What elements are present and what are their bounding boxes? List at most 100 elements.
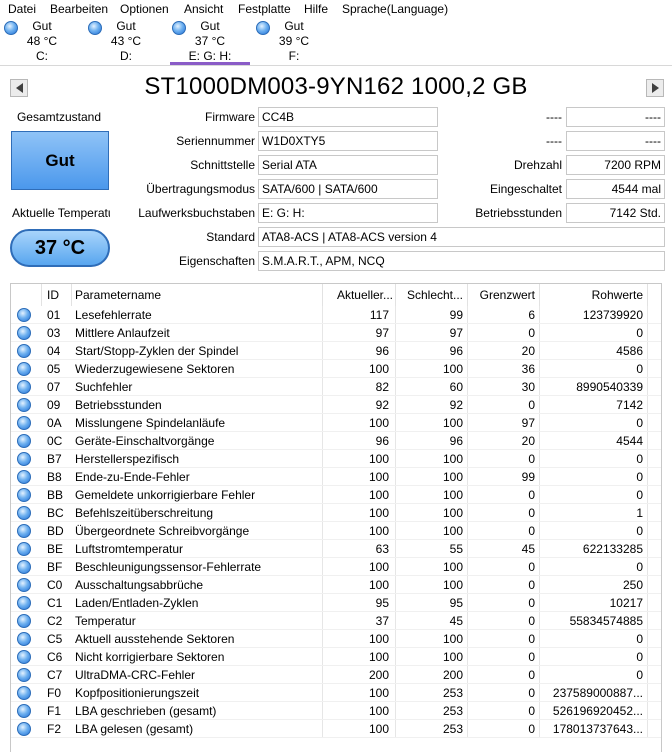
table-row[interactable]: 07 Suchfehler 82 60 30 8990540339 [11, 378, 661, 396]
column-divider [539, 558, 540, 576]
cell-current: 95 [375, 596, 389, 610]
menu-ansicht[interactable]: Ansicht [184, 2, 223, 16]
cell-parameter-name: Befehlszeitüberschreitung [75, 506, 214, 520]
column-divider [322, 558, 323, 576]
standard-value: ATA8-ACS | ATA8-ACS version 4 [258, 227, 665, 247]
column-divider [539, 666, 540, 684]
cell-worst: 97 [449, 326, 463, 340]
drive-tab-f[interactable]: Gut 39 °C F: [252, 18, 336, 65]
table-row[interactable]: 09 Betriebsstunden 92 92 0 7142 [11, 396, 661, 414]
column-divider [467, 666, 468, 684]
next-drive-button[interactable] [646, 79, 664, 97]
drive-tab-d[interactable]: Gut 43 °C D: [84, 18, 168, 65]
cell-worst: 96 [449, 344, 463, 358]
menu-hilfe[interactable]: Hilfe [304, 2, 328, 16]
table-row[interactable]: BE Luftstromtemperatur 63 55 45 622133285 [11, 540, 661, 558]
status-good-icon [17, 578, 31, 592]
cell-current: 100 [368, 578, 389, 592]
cell-id: C0 [47, 578, 63, 592]
cell-raw-value: 7142 [616, 398, 643, 412]
table-row[interactable]: C0 Ausschaltungsabbrüche 100 100 0 250 [11, 576, 661, 594]
cell-parameter-name: Aktuell ausstehende Sektoren [75, 632, 235, 646]
drive-temp: 43 °C [110, 34, 142, 48]
drive-status: Gut [200, 19, 220, 33]
column-divider[interactable] [322, 284, 323, 306]
table-row[interactable]: BD Übergeordnete Schreibvorgänge 100 100 0 0 [11, 522, 661, 540]
column-divider[interactable] [71, 284, 72, 306]
drive-tab-c[interactable]: Gut 48 °C C: [0, 18, 84, 65]
header-current[interactable]: Aktueller... [323, 288, 393, 302]
header-raw-values[interactable]: Rohwerte [541, 288, 643, 302]
cell-threshold: 0 [528, 614, 535, 628]
table-row[interactable]: F1 LBA geschrieben (gesamt) 100 253 0 5261969… [11, 702, 661, 720]
table-row[interactable]: 04 Start/Stopp-Zyklen der Spindel 96 96 20 45… [11, 342, 661, 360]
column-divider [647, 720, 648, 738]
status-good-icon [17, 632, 31, 646]
menu-sprache[interactable]: Sprache(Language) [342, 2, 448, 16]
column-divider [539, 594, 540, 612]
cell-parameter-name: Ende-zu-Ende-Fehler [75, 470, 190, 484]
table-row[interactable]: F0 Kopfpositionierungszeit 100 253 0 23758900… [11, 684, 661, 702]
column-divider[interactable] [41, 284, 42, 306]
column-divider [322, 450, 323, 468]
column-divider[interactable] [467, 284, 468, 306]
column-divider [539, 540, 540, 558]
menu-optionen[interactable]: Optionen [120, 2, 169, 16]
table-row[interactable]: C2 Temperatur 37 45 0 55834574885 [11, 612, 661, 630]
table-row[interactable]: F2 LBA gelesen (gesamt) 100 253 0 17801373764… [11, 720, 661, 738]
cell-current: 100 [368, 650, 389, 664]
cell-current: 100 [368, 560, 389, 574]
table-row[interactable]: B7 Herstellerspezifisch 100 100 0 0 [11, 450, 661, 468]
column-divider[interactable] [395, 284, 396, 306]
table-row[interactable]: BC Befehlszeitüberschreitung 100 100 0 1 [11, 504, 661, 522]
header-parameter-name[interactable]: Parametername [75, 288, 161, 302]
table-row[interactable]: 03 Mittlere Anlaufzeit 97 97 0 0 [11, 324, 661, 342]
drive-title: ST1000DM003-9YN162 1000,2 GB [144, 73, 528, 100]
health-status-button[interactable]: Gut [11, 131, 109, 190]
table-row[interactable]: 05 Wiederzugewiesene Sektoren 100 100 36 0 [11, 360, 661, 378]
column-divider [539, 468, 540, 486]
table-row[interactable]: BF Beschleunigungssensor-Fehlerrate 100 100… [11, 558, 661, 576]
cell-raw-value: 0 [636, 524, 643, 538]
cell-current: 100 [368, 722, 389, 736]
cell-id: 03 [47, 326, 61, 340]
table-row[interactable]: C1 Laden/Entladen-Zyklen 95 95 0 10217 [11, 594, 661, 612]
column-divider[interactable] [647, 284, 648, 306]
cell-parameter-name: UltraDMA-CRC-Fehler [75, 668, 196, 682]
firmware-value: CC4B [258, 107, 438, 127]
menu-festplatte[interactable]: Festplatte [238, 2, 291, 16]
cell-id: 01 [47, 308, 61, 322]
header-worst[interactable]: Schlecht... [395, 288, 463, 302]
menu-bearbeiten[interactable]: Bearbeiten [50, 2, 108, 16]
table-row[interactable]: C6 Nicht korrigierbare Sektoren 100 100 0 0 [11, 648, 661, 666]
row-divider [11, 737, 661, 738]
cell-parameter-name: LBA gelesen (gesamt) [75, 722, 194, 736]
cell-worst: 100 [442, 470, 463, 484]
table-row[interactable]: B8 Ende-zu-Ende-Fehler 100 100 99 0 [11, 468, 661, 486]
drive-temp: 48 °C [26, 34, 58, 48]
column-divider [539, 522, 540, 540]
column-divider [322, 432, 323, 450]
column-divider [322, 504, 323, 522]
column-divider [539, 378, 540, 396]
header-id[interactable]: ID [47, 288, 59, 302]
temperature-button[interactable]: 37 °C [10, 229, 110, 267]
column-divider [322, 720, 323, 738]
column-divider[interactable] [539, 284, 540, 306]
header-threshold[interactable]: Grenzwert [467, 288, 535, 302]
column-divider [467, 720, 468, 738]
previous-drive-button[interactable] [10, 79, 28, 97]
table-row[interactable]: 0A Misslungene Spindelanläufe 100 100 97 0 [11, 414, 661, 432]
cell-threshold: 0 [528, 722, 535, 736]
table-row[interactable]: BB Gemeldete unkorrigierbare Fehler 100 100… [11, 486, 661, 504]
cell-current: 117 [369, 308, 389, 322]
menu-datei[interactable]: Datei [8, 2, 36, 16]
cell-threshold: 0 [528, 488, 535, 502]
table-row[interactable]: 0C Geräte-Einschaltvorgänge 96 96 20 4544 [11, 432, 661, 450]
table-row[interactable]: 01 Lesefehlerrate 117 99 6 123739920 [11, 306, 661, 324]
status-good-icon [17, 650, 31, 664]
cell-id: B7 [47, 452, 62, 466]
table-row[interactable]: C7 UltraDMA-CRC-Fehler 200 200 0 0 [11, 666, 661, 684]
drive-tab-egh[interactable]: Gut 37 °C E: G: H: [168, 18, 252, 65]
table-row[interactable]: C5 Aktuell ausstehende Sektoren 100 100 0 0 [11, 630, 661, 648]
